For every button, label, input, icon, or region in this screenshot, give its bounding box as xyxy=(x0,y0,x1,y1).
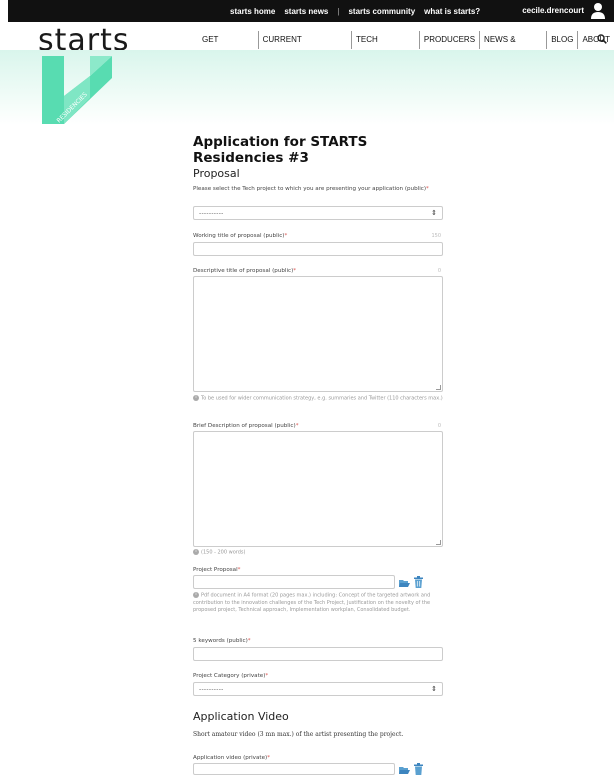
info-icon: i xyxy=(193,592,199,598)
required-marker: * xyxy=(284,233,288,239)
nav-news-events[interactable]: NEWS & EVENTS xyxy=(480,31,548,62)
descriptive-title-label: Descriptive title of proposal (public)* … xyxy=(193,267,443,275)
info-icon: i xyxy=(193,549,199,555)
tech-project-select[interactable]: ---------- ⇕ xyxy=(193,206,443,220)
starts-community-link[interactable]: starts community xyxy=(348,7,415,16)
project-category-label-text: Project Category (private) xyxy=(193,673,266,679)
application-video-label: Application video (private)* xyxy=(193,754,443,762)
search-icon[interactable] xyxy=(597,34,607,44)
working-title-label: Working title of proposal (public)* 150 xyxy=(193,232,443,240)
project-category-select[interactable]: ---------- ⇕ xyxy=(193,682,443,696)
project-category-select-value: ---------- xyxy=(199,686,224,693)
page-title: Application for STARTS Residencies #3 xyxy=(193,134,368,166)
descriptive-title-help: i To be used for wider communication stra… xyxy=(193,395,443,403)
application-form: Application for STARTS Residencies #3 xyxy=(193,134,443,166)
resize-handle[interactable] xyxy=(436,385,441,390)
project-proposal-help: i Pdf document in A4 format (20 pages max… xyxy=(193,592,445,614)
nav-get-involved[interactable]: GET INVOLVED xyxy=(198,31,259,62)
project-proposal-label: Project Proposal* xyxy=(193,566,443,574)
user-icon[interactable] xyxy=(590,2,606,19)
top-bar: starts home starts news | starts communi… xyxy=(8,0,614,22)
keywords-input[interactable] xyxy=(193,647,443,661)
folder-open-icon[interactable] xyxy=(399,765,410,775)
required-marker: * xyxy=(295,423,299,429)
descriptive-title-label-text: Descriptive title of proposal (public) xyxy=(193,268,294,274)
required-marker: * xyxy=(237,567,241,573)
trash-icon[interactable] xyxy=(414,763,423,775)
keywords-label-text: 5 keywords (public) xyxy=(193,638,248,644)
resize-handle[interactable] xyxy=(436,540,441,545)
starts-home-link[interactable]: starts home xyxy=(230,7,275,16)
project-proposal-help-text: Pdf document in A4 format (20 pages max.… xyxy=(193,592,431,613)
working-title-input[interactable] xyxy=(193,242,443,256)
starts-news-link[interactable]: starts news xyxy=(284,7,328,16)
trash-icon[interactable] xyxy=(414,576,423,588)
application-video-label-text: Application video (private) xyxy=(193,755,268,761)
brief-description-textarea[interactable] xyxy=(193,431,443,547)
brief-description-label: Brief Description of proposal (public)* … xyxy=(193,422,443,430)
required-marker: * xyxy=(247,638,251,644)
folder-open-icon[interactable] xyxy=(399,578,410,588)
user-name-link[interactable]: cecile.drencourt xyxy=(522,0,584,22)
working-title-label-text: Working title of proposal (public) xyxy=(193,233,285,239)
application-video-file-input[interactable] xyxy=(193,763,395,775)
descriptive-title-counter: 0 xyxy=(437,268,441,274)
nav-current-residencies[interactable]: CURRENT RESIDENCIES xyxy=(259,31,352,62)
proposal-heading: Proposal xyxy=(193,167,240,180)
main-nav: GET INVOLVED CURRENT RESIDENCIES TECH PR… xyxy=(198,31,614,62)
info-icon: i xyxy=(193,395,199,401)
nav-tech-projects[interactable]: TECH PROJECTS xyxy=(352,31,420,62)
nav-blog[interactable]: BLOG xyxy=(547,31,579,49)
project-proposal-label-text: Project Proposal xyxy=(193,567,238,573)
residencies-logo[interactable]: RESIDENCIES xyxy=(42,56,112,124)
required-marker: * xyxy=(426,186,429,192)
what-is-starts-link[interactable]: what is starts? xyxy=(424,7,480,16)
required-marker: * xyxy=(293,268,297,274)
top-links-separator: | xyxy=(337,6,340,16)
top-links: starts home starts news | starts communi… xyxy=(230,0,480,22)
descriptive-title-help-text: To be used for wider communication strat… xyxy=(201,395,443,402)
descriptive-title-textarea[interactable] xyxy=(193,276,443,392)
nav-producers[interactable]: PRODUCERS xyxy=(420,31,481,49)
keywords-label: 5 keywords (public)* xyxy=(193,637,443,645)
project-category-label: Project Category (private)* xyxy=(193,672,443,680)
required-marker: * xyxy=(265,673,269,679)
tech-project-label: Please select the Tech project to which … xyxy=(193,185,443,193)
select-arrows-icon: ⇕ xyxy=(431,685,437,693)
brief-description-help: i (150 - 200 words) xyxy=(193,549,443,557)
project-proposal-file-input[interactable] xyxy=(193,575,395,589)
tech-project-select-value: ---------- xyxy=(199,210,224,217)
application-video-description: Short amateur video (3 mn max.) of the a… xyxy=(193,731,404,738)
tech-project-label-text: Please select the Tech project to which … xyxy=(193,186,427,192)
brief-description-help-text: (150 - 200 words) xyxy=(201,549,246,556)
required-marker: * xyxy=(267,755,271,761)
brief-description-label-text: Brief Description of proposal (public) xyxy=(193,423,296,429)
select-arrows-icon: ⇕ xyxy=(431,209,437,217)
brief-description-counter: 0 xyxy=(437,423,441,429)
working-title-counter: 150 xyxy=(431,233,441,239)
application-video-heading: Application Video xyxy=(193,710,289,723)
